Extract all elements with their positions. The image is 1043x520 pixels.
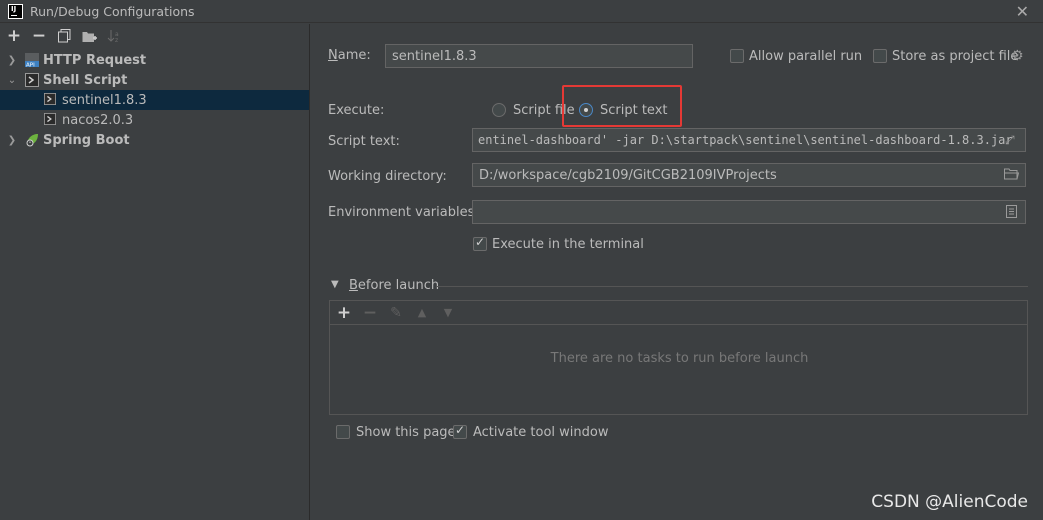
show-this-page-label: Show this page — [356, 425, 456, 440]
svg-text:API: API — [26, 63, 35, 68]
execute-in-terminal-label: Execute in the terminal — [492, 237, 644, 252]
allow-parallel-label: Allow parallel run — [749, 49, 863, 64]
expand-icon[interactable]: ⤢ — [1005, 133, 1015, 148]
copy-config-icon[interactable] — [56, 28, 72, 44]
store-as-project-label: Store as project file — [892, 49, 1019, 64]
title-bar: IJ Run/Debug Configurations ✕ — [0, 0, 1043, 23]
sort-icon[interactable]: az — [106, 28, 122, 44]
tree-item-http-request[interactable]: ❯ API HTTP Request — [0, 50, 309, 70]
http-request-icon: API — [25, 53, 39, 69]
tree-label: sentinel1.8.3 — [62, 92, 147, 108]
tree-item-spring-boot[interactable]: ❯ Spring Boot — [0, 130, 309, 150]
store-as-project-checkbox[interactable] — [873, 49, 887, 63]
allow-parallel-checkbox[interactable] — [730, 49, 744, 63]
move-up-icon[interactable]: ▲ — [414, 306, 430, 319]
script-text-field-label: Script text: — [328, 134, 400, 149]
before-launch-toolbar: + − ✎ ▲ ▼ — [330, 301, 1027, 325]
new-folder-icon[interactable] — [81, 28, 97, 44]
chevron-right-icon[interactable]: ❯ — [6, 55, 18, 66]
execute-in-terminal-checkbox[interactable] — [473, 235, 487, 251]
tree-label: nacos2.0.3 — [62, 112, 134, 128]
remove-task-icon[interactable]: − — [362, 303, 378, 323]
config-details-panel: Name: sentinel1.8.3 Allow parallel run S… — [311, 24, 1043, 520]
activate-tool-window-label: Activate tool window — [473, 425, 609, 440]
tree-label: HTTP Request — [43, 52, 147, 68]
section-divider — [437, 286, 1028, 287]
window-title: Run/Debug Configurations — [30, 3, 195, 19]
shell-script-icon — [44, 93, 58, 107]
activate-tool-window-checkbox[interactable] — [453, 423, 467, 439]
tree-label: Spring Boot — [43, 132, 130, 148]
name-field[interactable]: sentinel1.8.3 — [385, 44, 693, 68]
edit-task-icon[interactable]: ✎ — [388, 305, 404, 321]
spring-boot-icon — [25, 133, 39, 147]
before-launch-task-list: + − ✎ ▲ ▼ There are no tasks to run befo… — [329, 300, 1028, 415]
name-label: Name: — [328, 48, 371, 63]
tree-label: Shell Script — [43, 72, 128, 88]
script-file-radio[interactable] — [492, 103, 506, 117]
config-tree-panel: + − az ❯ API HTTP Request ⌄ Shell Script… — [0, 24, 310, 520]
chevron-right-icon[interactable]: ❯ — [6, 135, 18, 146]
script-text-field[interactable]: entinel-dashboard' -jar D:\startpack\sen… — [472, 128, 1026, 152]
shell-script-icon — [44, 113, 58, 127]
tree-item-nacos[interactable]: nacos2.0.3 — [0, 110, 309, 130]
move-down-icon[interactable]: ▼ — [440, 306, 456, 319]
environment-variables-field[interactable] — [472, 200, 1026, 224]
chevron-down-icon[interactable]: ⌄ — [6, 75, 18, 86]
script-text-radio[interactable] — [579, 103, 593, 117]
execute-label: Execute: — [328, 103, 385, 118]
watermark: CSDN @AlienCode — [871, 492, 1028, 512]
intellij-logo-icon: IJ — [8, 3, 23, 19]
empty-tasks-message: There are no tasks to run before launch — [550, 351, 809, 366]
shell-script-icon — [25, 73, 39, 87]
gear-icon[interactable]: ⚙ — [1011, 48, 1024, 64]
name-label-text: ame: — [337, 48, 371, 63]
folder-icon[interactable] — [1004, 168, 1020, 183]
tree-item-shell-script[interactable]: ⌄ Shell Script — [0, 70, 309, 90]
add-task-icon[interactable]: + — [336, 303, 352, 323]
before-launch-title-text: efore launch — [357, 278, 440, 293]
script-text-value: entinel-dashboard' -jar D:\startpack\sen… — [478, 133, 1013, 147]
close-icon[interactable]: ✕ — [1016, 2, 1029, 21]
show-this-page-checkbox[interactable] — [336, 425, 350, 439]
before-launch-title[interactable]: Before launch — [349, 278, 439, 293]
collapse-triangle-icon[interactable]: ▼ — [331, 279, 339, 290]
environment-variables-label: Environment variables: — [328, 205, 479, 220]
tree-toolbar: + − az — [0, 24, 309, 48]
add-config-button[interactable]: + — [6, 26, 22, 46]
script-text-label: Script text — [600, 103, 668, 118]
edit-list-icon[interactable] — [1006, 205, 1017, 221]
working-directory-field[interactable]: D:/workspace/cgb2109/GitCGB2109IVProject… — [472, 163, 1026, 187]
working-directory-label: Working directory: — [328, 169, 447, 184]
tree-item-sentinel[interactable]: sentinel1.8.3 — [0, 90, 309, 110]
remove-config-button[interactable]: − — [31, 26, 47, 46]
svg-text:z: z — [115, 37, 118, 43]
